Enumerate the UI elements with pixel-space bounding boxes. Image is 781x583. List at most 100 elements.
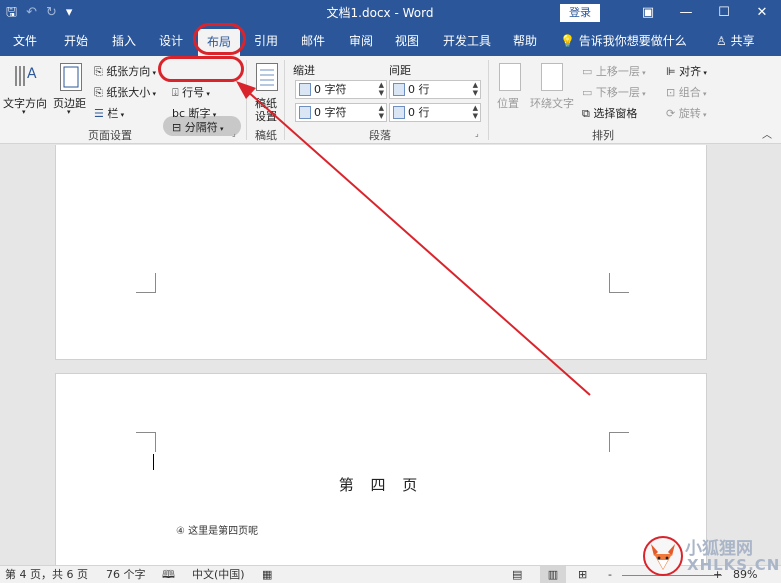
web-layout-icon[interactable]: ⊞ bbox=[578, 566, 587, 583]
tab-home[interactable]: 开始 bbox=[55, 26, 97, 56]
zoom-out-button[interactable]: - bbox=[608, 566, 612, 583]
group-icon: ⊡ bbox=[666, 86, 676, 99]
rotate-button[interactable]: ⟳ 旋转 ▾ bbox=[666, 105, 706, 121]
wrap-text-button[interactable]: 环绕文字 bbox=[530, 95, 574, 111]
bring-forward-button[interactable]: ▭ 上移一层 ▾ bbox=[582, 63, 646, 79]
document-canvas[interactable]: 第 四 页 ④ 这里是第四页呢 bbox=[0, 145, 781, 565]
size-button[interactable]: ⎘ 纸张大小 ▾ bbox=[94, 84, 156, 100]
tab-mailings[interactable]: 邮件 bbox=[292, 26, 334, 56]
position-button[interactable]: 位置 bbox=[497, 95, 519, 111]
read-mode-icon[interactable]: ▤ bbox=[512, 566, 522, 583]
draft-paper-icon bbox=[256, 63, 278, 91]
hyphenation-button[interactable]: bc 断字 ▾ bbox=[172, 105, 216, 121]
send-backward-icon: ▭ bbox=[582, 86, 593, 99]
tell-me-search[interactable]: 💡 告诉我你想要做什么 bbox=[560, 26, 687, 56]
indent-left-field[interactable]: 0 字符 ▲ ▼ bbox=[295, 80, 387, 99]
columns-icon: ☰ bbox=[94, 107, 104, 120]
redo-icon[interactable]: ↻ bbox=[46, 3, 57, 23]
tab-file[interactable]: 文件 bbox=[4, 26, 46, 56]
send-backward-button[interactable]: ▭ 下移一层 ▾ bbox=[582, 84, 646, 100]
paper-size-icon: ⎘ bbox=[94, 86, 103, 99]
page-setup-launcher-icon[interactable]: ⌟ bbox=[232, 129, 236, 138]
crop-mark bbox=[136, 432, 156, 452]
page-3[interactable] bbox=[55, 145, 707, 360]
margins-dropdown-icon[interactable]: ▾ bbox=[67, 108, 71, 116]
columns-button[interactable]: ☰ 栏 ▾ bbox=[94, 105, 124, 121]
text-direction-icon: A bbox=[12, 62, 40, 92]
align-icon: ⊫ bbox=[666, 65, 676, 78]
rotate-label: 旋转 bbox=[678, 107, 701, 120]
page-setup-group-label: 页面设置 bbox=[88, 129, 132, 142]
spinner-arrows-icon[interactable]: ▲ ▼ bbox=[379, 104, 384, 120]
proofing-icon[interactable]: 🕮 bbox=[162, 566, 175, 583]
spinner-arrows-icon[interactable]: ▲ ▼ bbox=[473, 81, 478, 97]
spinner-arrows-icon[interactable]: ▲ ▼ bbox=[379, 81, 384, 97]
spacing-before-value: 0 行 bbox=[408, 83, 430, 96]
undo-icon[interactable]: ↶ bbox=[26, 3, 37, 23]
arrange-group-label: 排列 bbox=[592, 129, 614, 142]
selection-pane-button[interactable]: ⧉ 选择窗格 bbox=[582, 105, 637, 121]
spacing-before-field[interactable]: 0 行 ▲ ▼ bbox=[389, 80, 481, 99]
save-icon[interactable]: 🖫 bbox=[6, 3, 17, 23]
title-bar: 🖫 ↶ ↻ ▾ 文档1.docx - Word 登录 ▣ — ☐ ✕ bbox=[0, 0, 781, 26]
collapse-ribbon-icon[interactable]: ︿ bbox=[762, 126, 772, 141]
minimize-icon[interactable]: — bbox=[667, 0, 705, 26]
breaks-button[interactable]: ⊟ 分隔符 ▾ bbox=[172, 119, 223, 135]
line-numbers-button[interactable]: ⍗ 行号 ▾ bbox=[172, 84, 210, 100]
page-4[interactable]: 第 四 页 ④ 这里是第四页呢 bbox=[55, 373, 707, 565]
ribbon-display-icon[interactable]: ▣ bbox=[629, 0, 667, 26]
group-separator bbox=[488, 60, 489, 140]
tab-developer[interactable]: 开发工具 bbox=[437, 26, 497, 56]
orientation-button[interactable]: ⎘ 纸张方向 ▾ bbox=[94, 63, 156, 79]
login-button[interactable]: 登录 bbox=[560, 4, 600, 22]
breaks-label: 分隔符 bbox=[184, 121, 218, 134]
paragraph-group-label: 段落 bbox=[369, 129, 391, 142]
tab-review[interactable]: 审阅 bbox=[340, 26, 382, 56]
indent-right-icon bbox=[299, 106, 311, 119]
align-button[interactable]: ⊫ 对齐 ▾ bbox=[666, 63, 707, 79]
share-button[interactable]: ♙ 共享 bbox=[716, 26, 755, 56]
indent-left-icon bbox=[299, 83, 311, 96]
ribbon-tab-bar: 文件 开始 插入 设计 布局 引用 邮件 审阅 视图 开发工具 帮助 💡 告诉我… bbox=[0, 26, 781, 56]
bring-forward-icon: ▭ bbox=[582, 65, 593, 78]
size-label: 纸张大小 bbox=[106, 86, 151, 99]
group-separator bbox=[246, 60, 247, 140]
tab-view[interactable]: 视图 bbox=[386, 26, 428, 56]
document-title: 文档1.docx - Word bbox=[326, 6, 434, 20]
crop-mark bbox=[136, 273, 156, 293]
macro-record-icon[interactable]: ▦ bbox=[262, 566, 272, 583]
spacing-after-field[interactable]: 0 行 ▲ ▼ bbox=[389, 103, 481, 122]
close-icon[interactable]: ✕ bbox=[743, 0, 781, 26]
tell-me-text: 告诉我你想要做什么 bbox=[578, 34, 687, 48]
tab-help[interactable]: 帮助 bbox=[504, 26, 546, 56]
indent-right-value: 0 字符 bbox=[314, 106, 347, 119]
crop-mark bbox=[609, 273, 629, 293]
spinner-arrows-icon[interactable]: ▲ ▼ bbox=[473, 104, 478, 120]
customize-qat-icon[interactable]: ▾ bbox=[66, 3, 73, 23]
indent-right-field[interactable]: 0 字符 ▲ ▼ bbox=[295, 103, 387, 122]
tab-insert[interactable]: 插入 bbox=[103, 26, 145, 56]
paragraph-launcher-icon[interactable]: ⌟ bbox=[475, 129, 479, 138]
group-label: 组合 bbox=[678, 86, 701, 99]
tab-references[interactable]: 引用 bbox=[245, 26, 287, 56]
draft-paper-button-line2[interactable]: 设置 bbox=[255, 108, 277, 124]
tab-design[interactable]: 设计 bbox=[150, 26, 192, 56]
page-count[interactable]: 第 4 页，共 6 页 bbox=[5, 566, 88, 583]
window-controls: ▣ — ☐ ✕ bbox=[629, 0, 781, 26]
share-label: 共享 bbox=[730, 34, 755, 48]
group-button[interactable]: ⊡ 组合 ▾ bbox=[666, 84, 706, 100]
margins-icon bbox=[60, 63, 82, 91]
layout-tab-highlight-ring bbox=[193, 23, 246, 55]
hyphenation-icon: bc bbox=[172, 107, 186, 120]
word-count[interactable]: 76 个字 bbox=[106, 566, 146, 583]
spacing-before-icon bbox=[393, 83, 405, 96]
text-direction-dropdown-icon[interactable]: ▾ bbox=[22, 108, 26, 116]
spacing-after-value: 0 行 bbox=[408, 106, 430, 119]
print-layout-icon[interactable]: ▥ bbox=[540, 566, 566, 583]
position-icon bbox=[499, 63, 521, 91]
maximize-icon[interactable]: ☐ bbox=[705, 0, 743, 26]
watermark-domain: XHLKS.CN bbox=[687, 556, 781, 574]
draft-paper-group-label: 稿纸 bbox=[255, 129, 277, 142]
language-indicator[interactable]: 中文(中国) bbox=[192, 566, 245, 583]
indent-left-value: 0 字符 bbox=[314, 83, 347, 96]
